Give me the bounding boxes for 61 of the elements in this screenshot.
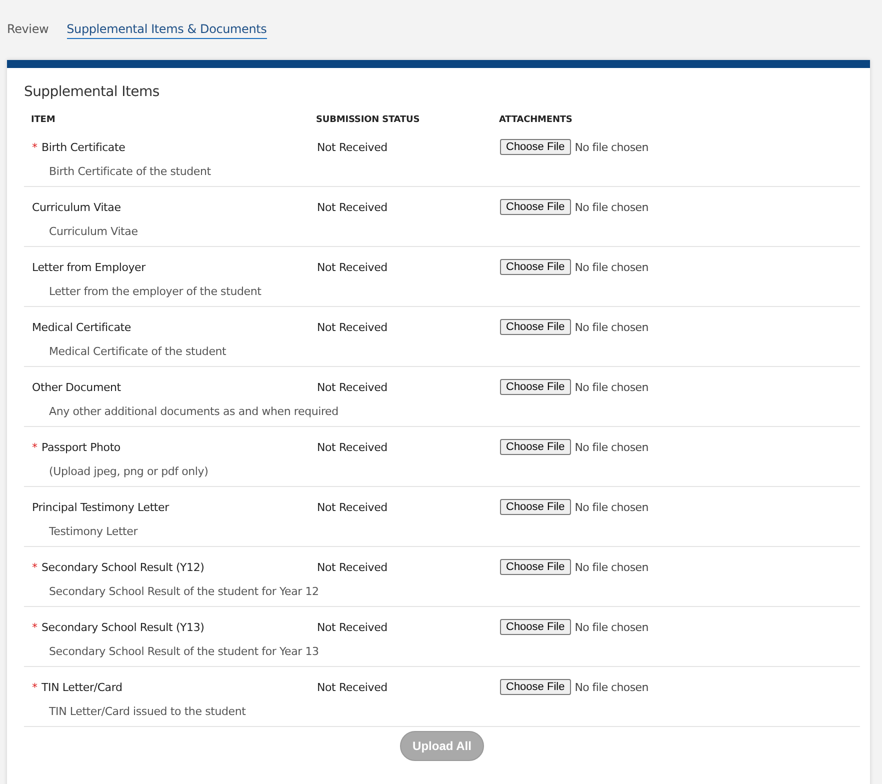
item-description: Medical Certificate of the student [48, 344, 228, 358]
item-description: Secondary School Result of the student for Year 13 [48, 644, 320, 658]
item-name: TIN Letter/Card [42, 680, 122, 694]
submission-status: Not Received [317, 380, 388, 394]
choose-file-button[interactable]: Choose File [500, 199, 571, 215]
item-description: Curriculum Vitae [48, 224, 139, 238]
item-description: Any other additional documents as and when required [48, 404, 340, 418]
file-status: No file chosen [574, 500, 648, 514]
required-mark: * [32, 620, 38, 634]
file-status: No file chosen [574, 320, 648, 334]
file-status: No file chosen [574, 380, 648, 394]
required-mark: * [32, 680, 38, 694]
submission-status: Not Received [317, 200, 388, 214]
choose-file-button[interactable]: Choose File [500, 319, 571, 335]
file-status: No file chosen [574, 560, 648, 574]
file-status: No file chosen [574, 140, 648, 154]
choose-file-button[interactable]: Choose File [500, 139, 571, 155]
column-header: ATTACHMENTS [499, 115, 574, 125]
choose-file-button[interactable]: Choose File [500, 439, 571, 455]
file-status: No file chosen [574, 620, 648, 634]
choose-file-button[interactable]: Choose File [500, 559, 571, 575]
item-description: Secondary School Result of the student for Year 12 [48, 584, 320, 598]
item-description: (Upload jpeg, png or pdf only) [48, 464, 210, 478]
file-status: No file chosen [574, 680, 648, 694]
item-name: Passport Photo [42, 440, 120, 454]
item-name: Principal Testimony Letter [32, 500, 169, 514]
item-name: Medical Certificate [32, 320, 131, 334]
item-name: Birth Certificate [42, 140, 126, 154]
file-status: No file chosen [574, 260, 648, 274]
required-mark: * [32, 140, 38, 154]
submission-status: Not Received [317, 440, 388, 454]
submission-status: Not Received [317, 620, 388, 634]
item-description: Testimony Letter [48, 524, 139, 538]
submission-status: Not Received [317, 320, 388, 334]
item-name: Curriculum Vitae [32, 200, 121, 214]
file-status: No file chosen [574, 200, 648, 214]
column-header: ITEM [31, 115, 56, 125]
required-mark: * [32, 440, 38, 454]
choose-file-button[interactable]: Choose File [500, 679, 571, 695]
item-name: Secondary School Result (Y13) [42, 620, 204, 634]
submission-status: Not Received [317, 260, 388, 274]
item-name: Secondary School Result (Y12) [42, 560, 204, 574]
item-name: Other Document [32, 380, 121, 394]
tab[interactable]: Review [7, 22, 49, 38]
section-title: Supplemental Items [24, 83, 160, 102]
submission-status: Not Received [317, 500, 388, 514]
item-description: Letter from the employer of the student [48, 284, 262, 298]
column-header: SUBMISSION STATUS [316, 115, 421, 125]
submission-status: Not Received [317, 140, 388, 154]
item-description: Birth Certificate of the student [48, 164, 212, 178]
submission-status: Not Received [317, 560, 388, 574]
choose-file-button[interactable]: Choose File [500, 259, 571, 275]
file-status: No file chosen [574, 440, 648, 454]
required-mark: * [32, 560, 38, 574]
item-name: Letter from Employer [32, 260, 146, 274]
submission-status: Not Received [317, 680, 388, 694]
tab[interactable]: Supplemental Items & Documents [66, 22, 267, 39]
item-description: TIN Letter/Card issued to the student [48, 704, 247, 718]
choose-file-button[interactable]: Choose File [500, 619, 571, 635]
choose-file-button[interactable]: Choose File [500, 379, 571, 395]
choose-file-button[interactable]: Choose File [500, 499, 571, 515]
